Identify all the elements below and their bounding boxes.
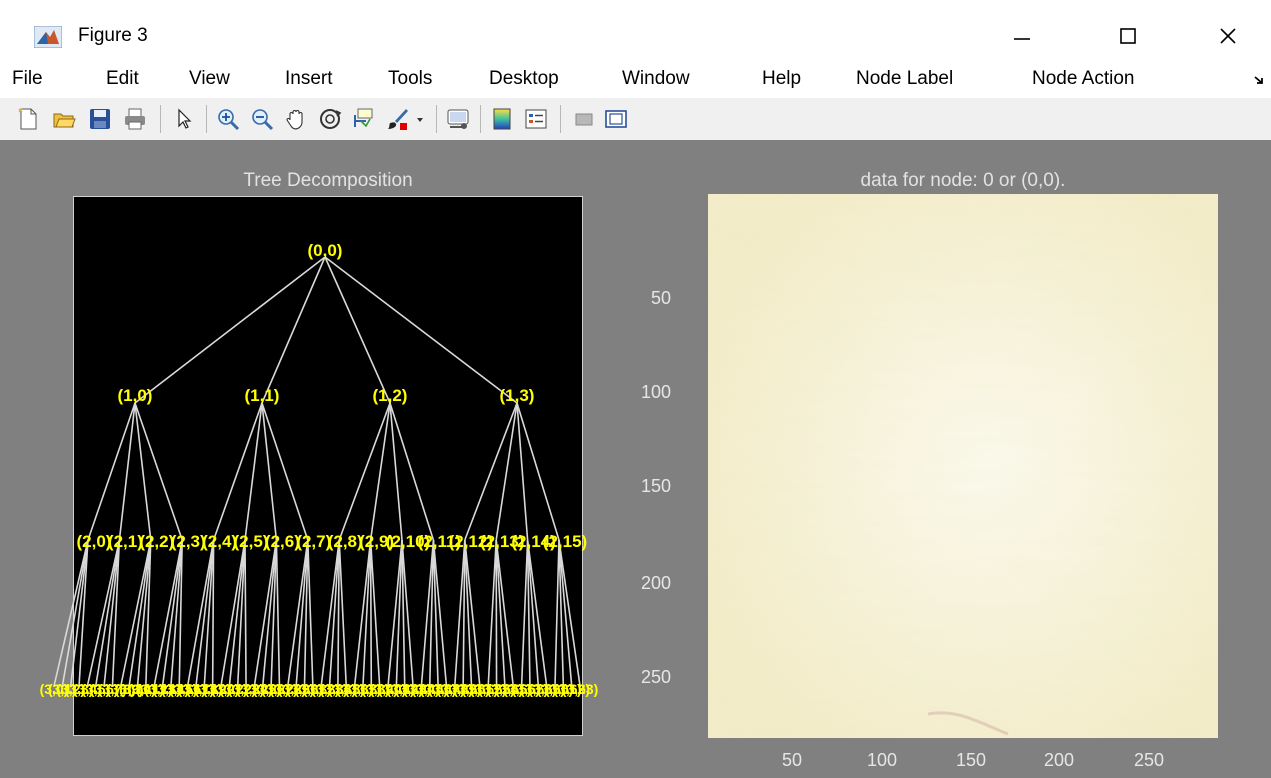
pan-hand-icon[interactable] [284,107,308,131]
toolbar-separator [560,105,561,133]
show-plot-tools-icon[interactable] [604,107,628,131]
link-plot-icon[interactable] [446,107,470,131]
new-figure-icon[interactable] [16,107,40,131]
dropdown-arrow-icon[interactable] [414,107,426,131]
close-button[interactable] [1208,18,1248,54]
tree-panel-title: Tree Decomposition [243,170,413,191]
window-title: Figure 3 [78,25,148,46]
toolbar-separator [160,105,161,133]
hide-plot-tools-icon[interactable] [572,107,596,131]
menu-help[interactable]: Help [762,68,801,90]
x-tick-label: 150 [956,750,987,770]
rotate-3d-icon[interactable] [318,107,342,131]
y-tick-label: 50 [651,288,672,308]
minimize-icon [1014,38,1030,40]
print-icon[interactable] [123,107,147,131]
menu-edit[interactable]: Edit [106,68,139,90]
y-tick-label: 150 [641,476,672,496]
close-icon [1220,28,1236,44]
window-titlebar: Figure 3 [0,10,1271,62]
x-tick-label: 100 [867,750,898,770]
y-tick-label: 100 [641,382,672,402]
matlab-logo-icon [34,26,62,48]
x-tick-label: 50 [782,750,803,770]
menu-window[interactable]: Window [622,68,690,90]
brush-icon[interactable] [386,107,410,131]
menu-view[interactable]: View [189,68,230,90]
colorbar-icon[interactable] [490,107,514,131]
menu-node-action[interactable]: Node Action [1032,68,1134,90]
menu-desktop[interactable]: Desktop [489,68,559,90]
y-tick-label: 250 [641,667,672,687]
y-tick-label: 200 [641,573,672,593]
zoom-in-icon[interactable] [216,107,240,131]
maximize-icon [1120,28,1136,44]
menu-node-label[interactable]: Node Label [856,68,953,90]
menu-tools[interactable]: Tools [388,68,432,90]
data-cursor-icon[interactable] [352,107,376,131]
menu-bar: File Edit View Insert Tools Desktop Wind… [0,62,1271,96]
x-tick-label: 200 [1044,750,1075,770]
open-file-icon[interactable] [52,107,76,131]
save-icon[interactable] [88,107,112,131]
minimize-button[interactable] [1002,18,1042,54]
node-data-image[interactable] [708,194,1218,738]
menu-file[interactable]: File [12,68,43,90]
pointer-icon[interactable] [172,107,196,131]
maximize-button[interactable] [1108,18,1148,54]
tree-decomposition-axes[interactable] [73,196,583,736]
node-data-image-texture [708,194,1218,738]
toolbar-separator [206,105,207,133]
legend-icon[interactable] [524,107,548,131]
x-tick-label: 250 [1134,750,1165,770]
chevron-right-icon[interactable] [1252,73,1266,87]
figure-toolbar [0,98,1271,140]
menu-insert[interactable]: Insert [285,68,333,90]
image-panel-title: data for node: 0 or (0,0). [860,170,1066,191]
toolbar-separator [436,105,437,133]
zoom-out-icon[interactable] [250,107,274,131]
toolbar-separator [480,105,481,133]
